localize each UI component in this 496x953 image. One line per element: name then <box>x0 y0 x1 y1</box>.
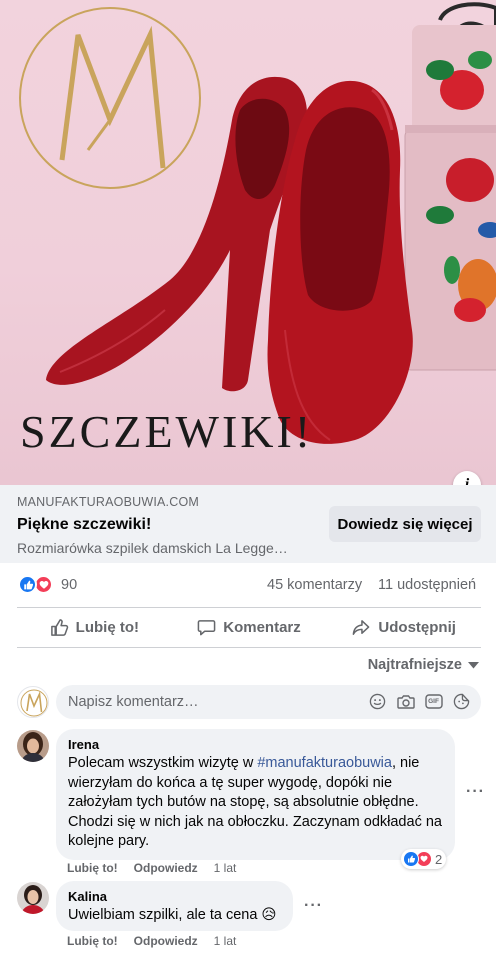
divider <box>17 647 481 648</box>
page-avatar[interactable] <box>17 686 49 718</box>
like-reaction-icon <box>403 851 419 867</box>
ad-headline: SZCZEWIKI! <box>20 406 314 457</box>
share-button-label: Udostępnij <box>378 618 456 636</box>
user-avatar-irena <box>17 730 49 762</box>
user-avatar-kalina <box>17 882 49 914</box>
composer-tools: GIF <box>368 692 471 711</box>
gif-icon[interactable]: GIF <box>424 692 443 711</box>
post-stats: 90 45 komentarzy 11 udostępnień <box>0 563 496 607</box>
comment-meta: Lubię to! Odpowiedz 1 lat <box>67 934 236 948</box>
comment-timestamp[interactable]: 1 lat <box>214 861 237 875</box>
sort-label: Najtrafniejsze <box>367 657 462 673</box>
brand-logo <box>19 7 201 189</box>
like-reaction-icon <box>18 575 37 594</box>
ad-image[interactable]: SZCZEWIKI! i <box>0 0 496 485</box>
avatar[interactable] <box>17 882 49 914</box>
hashtag-link[interactable]: #manufakturaobuwia <box>257 755 392 771</box>
comment-input[interactable]: Napisz komentarz… <box>68 694 199 710</box>
comment-timestamp[interactable]: 1 lat <box>214 934 237 948</box>
emoji-icon[interactable] <box>368 692 387 711</box>
link-domain: MANUFAKTURAOBUWIA.COM <box>17 495 199 509</box>
comment-reply-button[interactable]: Odpowiedz <box>134 934 198 948</box>
comment-button-label: Komentarz <box>223 618 301 636</box>
sticker-icon[interactable] <box>452 692 471 711</box>
comment-sort-dropdown[interactable]: Najtrafniejsze <box>368 657 479 673</box>
post-action-bar: Lubię to! Komentarz Udostępnij <box>17 607 481 647</box>
comment-composer[interactable]: Napisz komentarz… GIF <box>56 685 481 719</box>
comment-reaction-count: 2 <box>435 851 443 867</box>
comment-like-button[interactable]: Lubię to! <box>67 861 118 875</box>
handbag-graphic <box>404 2 496 371</box>
like-button[interactable]: Lubię to! <box>17 607 172 647</box>
shares-count[interactable]: 11 udostępnień <box>378 577 476 593</box>
share-button[interactable]: Udostępnij <box>326 607 481 647</box>
gif-icon-text: GIF <box>428 698 439 705</box>
comment-options-icon[interactable]: ··· <box>304 897 323 915</box>
comment-reactions[interactable]: 2 <box>401 849 447 869</box>
link-title[interactable]: Piękne szczewiki! <box>17 516 151 534</box>
caret-down-icon <box>468 657 479 673</box>
comment-bubble: Kalina Uwielbiam szpilki, ale ta cena 😥 <box>56 881 293 931</box>
learn-more-button[interactable]: Dowiedz się więcej <box>329 506 481 542</box>
comment-text: Polecam wszystkim wizytę w #manufakturao… <box>68 754 443 852</box>
comment-meta: Lubię to! Odpowiedz 1 lat <box>67 861 236 875</box>
camera-icon[interactable] <box>396 692 415 711</box>
comment-reply-button[interactable]: Odpowiedz <box>134 861 198 875</box>
comment-author[interactable]: Kalina <box>68 889 281 905</box>
link-description: Rozmiarówka szpilek damskich La Legge… <box>17 540 288 556</box>
comment-text-start: Polecam wszystkim wizytę w <box>68 755 258 771</box>
comment-text: Uwielbiam szpilki, ale ta cena 😥 <box>68 907 277 923</box>
like-button-label: Lubię to! <box>75 618 139 636</box>
avatar[interactable] <box>17 730 49 762</box>
info-icon: i <box>464 476 470 485</box>
comment-like-button[interactable]: Lubię to! <box>67 934 118 948</box>
comment-options-icon[interactable]: ··· <box>466 783 485 801</box>
comment-bubble: Irena Polecam wszystkim wizytę w #manufa… <box>56 729 455 860</box>
thumbs-up-icon <box>50 618 69 637</box>
brand-logo-icon <box>20 689 48 717</box>
reactions-count[interactable]: 90 <box>61 577 77 593</box>
comment-button[interactable]: Komentarz <box>172 607 327 647</box>
link-preview-card[interactable]: MANUFAKTURAOBUWIA.COM Piękne szczewiki! … <box>0 485 496 563</box>
share-arrow-icon <box>351 618 371 637</box>
reaction-icons[interactable] <box>18 575 53 594</box>
comment-bubble-icon <box>197 618 216 637</box>
comments-count[interactable]: 45 komentarzy <box>267 577 362 593</box>
comment-author[interactable]: Irena <box>68 737 443 753</box>
